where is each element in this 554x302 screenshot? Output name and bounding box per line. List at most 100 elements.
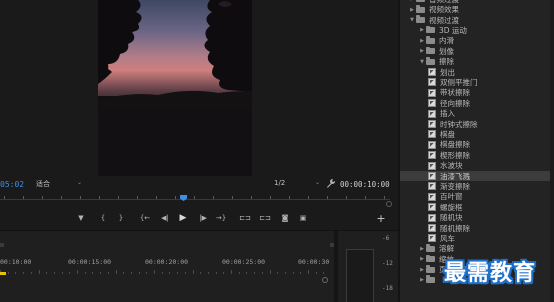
step-forward-button[interactable]: |▶ [196,211,210,225]
monitor-scrub-bar[interactable] [0,193,398,205]
expand-arrow-right-icon[interactable]: ▶ [418,48,426,54]
step-back-button[interactable]: ◀| [158,211,172,225]
ruler-tick [184,272,186,274]
timeline-vertical-scroll[interactable] [322,274,328,302]
effects-folder[interactable]: ▼ 视频过渡 [400,15,554,25]
expand-arrow-right-icon[interactable]: ▶ [418,246,426,252]
expand-arrow-right-icon[interactable]: ▶ [418,38,426,44]
scrub-tick [61,196,62,199]
expand-arrow-down-icon[interactable]: ▼ [408,17,416,23]
effects-item[interactable]: 棋盘 [400,129,554,139]
folder-icon [426,46,435,55]
expand-arrow-right-icon[interactable]: ▶ [418,267,426,273]
effects-item[interactable]: 水波块 [400,160,554,170]
zoom-fit-select[interactable]: 适合 ⌄ [36,179,82,190]
effects-item[interactable]: 时钟式擦除 [400,119,554,129]
scrub-tick [137,196,138,199]
work-area-marker[interactable] [0,272,6,275]
ruler-tick [154,270,155,274]
scrub-tick [365,196,366,199]
effects-item[interactable]: 油漆飞溅 [400,170,554,182]
effects-folder[interactable]: ▶ 划像 [400,46,554,56]
effects-item[interactable]: 棋盘擦除 [400,140,554,150]
effects-item[interactable]: 螺旋框 [400,202,554,212]
sequence-duration: 00:00:10:00 [340,180,390,189]
ruler-tick [177,272,179,274]
expand-arrow-right-icon[interactable]: ▶ [408,0,416,2]
effects-item[interactable]: 径向擦除 [400,98,554,108]
lift-button[interactable]: ⊏⊐ [238,211,252,225]
zoom-handle-left[interactable] [0,243,4,247]
effects-item-label: 随机擦除 [440,223,470,233]
folder-icon [426,57,435,65]
effects-folder[interactable]: ▼ 擦除 [400,56,554,66]
ruler-tick [61,272,63,274]
meter-label: -12 [382,260,393,267]
effects-item[interactable]: 随机擦除 [400,223,554,233]
effects-item-label: 油漆飞溅 [440,171,470,181]
expand-arrow-right-icon[interactable]: ▶ [418,277,426,283]
effects-item[interactable]: 百叶窗 [400,192,554,202]
export-frame-button[interactable]: ◙ [278,211,292,225]
folder-icon [416,15,425,23]
effects-item-label: 棋盘 [440,129,455,139]
go-to-out-button[interactable]: →} [214,211,228,225]
scrub-tick [4,196,5,199]
transition-effect-icon [428,161,436,170]
effects-item[interactable]: 划出 [400,67,554,77]
current-timecode[interactable]: 05:02 [0,180,24,189]
scrub-tick [346,196,347,199]
transition-effect-icon [428,109,436,118]
effects-item-label: 百叶窗 [440,192,463,202]
effects-item-label: 擦除 [439,57,454,67]
timeline-panel: 00:10:00 00:00:15:00 00:00:20:00 00:00:2… [0,230,398,302]
effects-folder[interactable]: ▶ 3D 运动 [400,25,554,35]
effects-item[interactable]: 渐变擦除 [400,181,554,191]
expand-arrow-right-icon[interactable]: ▶ [408,7,416,13]
effects-item-label: 时钟式擦除 [440,119,478,129]
add-button[interactable]: + [374,211,388,225]
ruler-tick [138,272,140,274]
mark-out-button[interactable]: } [114,211,128,225]
ruler-time-label: 00:00:25:00 [222,258,266,266]
ruler-tick [7,272,9,274]
scroll-knob[interactable] [322,277,328,283]
effects-item-label: 棋盘擦除 [440,140,470,150]
timeline-zoom-bar[interactable] [0,243,334,247]
ruler-tick [23,272,25,274]
meter-label: -6 [382,235,390,242]
expand-arrow-down-icon[interactable]: ▼ [418,59,426,65]
expand-arrow-right-icon[interactable]: ▶ [418,256,426,262]
go-to-in-button[interactable]: {← [138,211,152,225]
effects-item[interactable]: 风车 [400,233,554,243]
mark-in-button[interactable]: { [96,211,110,225]
transition-effect-icon [428,99,436,108]
compare-button[interactable]: ▣ [296,211,310,225]
scrub-end-handle[interactable] [386,201,392,207]
compare-icon: ▣ [299,213,307,222]
scrub-tick [270,196,271,199]
wrench-icon[interactable] [326,178,336,189]
effects-item-label: 3D 运动 [439,25,467,35]
effects-item[interactable]: 双侧平推门 [400,77,554,87]
effects-item-label: 视频效果 [429,5,459,15]
ruler-tick [192,270,194,274]
ruler-tick [300,272,302,274]
expand-arrow-right-icon[interactable]: ▶ [418,27,426,33]
add-marker-button[interactable]: ▼ [74,211,88,225]
effects-item[interactable]: 随机块 [400,212,554,222]
ruler-ticks [0,270,330,274]
effects-item[interactable]: 插入 [400,108,554,118]
playback-resolution-select[interactable]: 1/2 ⌄ [274,179,320,190]
effects-folder[interactable]: ▶ 内滑 [400,36,554,46]
effects-item[interactable]: 楔形擦除 [400,150,554,160]
effects-item[interactable]: 带状擦除 [400,88,554,98]
effects-folder[interactable]: ▶ 视频效果 [400,4,554,14]
effects-item-label: 径向擦除 [440,98,470,108]
play-button[interactable]: ▶ [176,211,190,225]
scrub-tick [232,196,233,199]
extract-button[interactable]: ⊏⊐ [258,211,272,225]
watermark-logo: 最需教育 [443,261,536,286]
playback-resolution-value: 1/2 [274,179,286,187]
transition-effect-icon [428,88,436,97]
